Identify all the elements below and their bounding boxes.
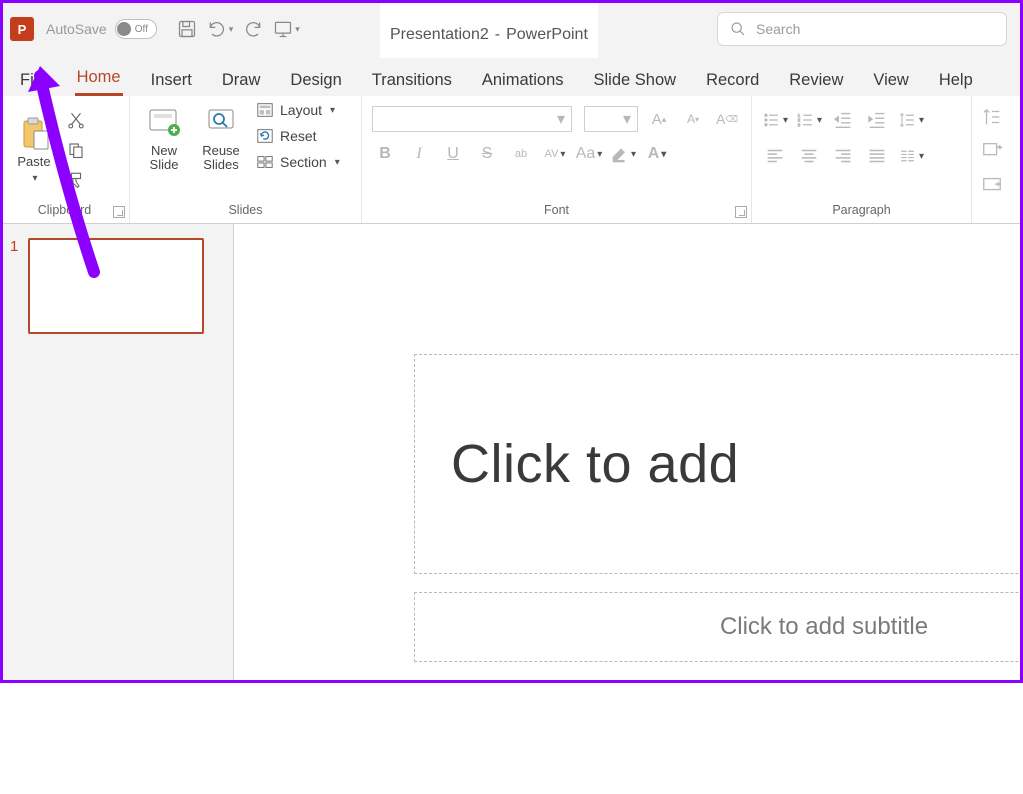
- paste-button[interactable]: Paste▾: [6, 111, 62, 188]
- autosave-control[interactable]: AutoSave Off: [46, 19, 157, 39]
- line-spacing-button[interactable]: ▾: [898, 108, 924, 132]
- text-direction-button[interactable]: [981, 106, 1003, 128]
- justify-button[interactable]: [864, 144, 890, 168]
- search-input[interactable]: Search: [717, 12, 1007, 46]
- clear-formatting-button[interactable]: A⌫: [714, 107, 740, 131]
- tab-slideshow[interactable]: Slide Show: [592, 65, 679, 96]
- tab-draw[interactable]: Draw: [220, 65, 263, 96]
- align-left-button[interactable]: [762, 144, 788, 168]
- autosave-label: AutoSave: [46, 21, 107, 37]
- cut-button[interactable]: [64, 108, 88, 132]
- slide-canvas[interactable]: Click to add Click to add subtitle: [234, 224, 1023, 683]
- app-name: PowerPoint: [506, 26, 588, 44]
- autosave-toggle[interactable]: Off: [115, 19, 157, 39]
- title-placeholder[interactable]: Click to add: [414, 354, 1023, 574]
- search-placeholder: Search: [756, 21, 800, 37]
- font-family-select[interactable]: ▾: [372, 106, 572, 132]
- workspace: 1 Click to add Click to add subtitle: [0, 224, 1023, 683]
- undo-button[interactable]: ▾: [207, 19, 234, 39]
- slide-thumbnails-panel[interactable]: 1: [0, 224, 234, 683]
- decrease-font-button[interactable]: A▾: [680, 107, 706, 131]
- numbering-button[interactable]: 123▾: [796, 108, 822, 132]
- text-shadow-button[interactable]: ab: [508, 142, 534, 166]
- align-center-button[interactable]: [796, 144, 822, 168]
- highlight-button[interactable]: ▾: [610, 142, 636, 166]
- slide-thumbnail-1[interactable]: [28, 238, 204, 334]
- copy-button[interactable]: [64, 138, 88, 162]
- bullets-button[interactable]: ▾: [762, 108, 788, 132]
- title-bar: P AutoSave Off ▾ ▾ Presentation2 - Power…: [0, 0, 1023, 58]
- clipboard-dialog-launcher[interactable]: [113, 206, 125, 218]
- tab-animations[interactable]: Animations: [480, 65, 566, 96]
- quick-access-toolbar: ▾ ▾: [177, 19, 300, 39]
- tab-transitions[interactable]: Transitions: [370, 65, 454, 96]
- save-button[interactable]: [177, 19, 197, 39]
- app-icon: P: [10, 17, 34, 41]
- underline-button[interactable]: U: [440, 142, 466, 166]
- font-size-select[interactable]: ▾: [584, 106, 638, 132]
- group-label-slides: Slides: [228, 203, 262, 217]
- font-color-button[interactable]: A▾: [644, 142, 670, 166]
- thumb-number: 1: [10, 238, 18, 334]
- char-spacing-button[interactable]: AV▾: [542, 142, 568, 166]
- slideshow-button[interactable]: ▾: [273, 19, 300, 39]
- decrease-indent-button[interactable]: [830, 108, 856, 132]
- increase-font-button[interactable]: A▴: [646, 107, 672, 131]
- font-dialog-launcher[interactable]: [735, 206, 747, 218]
- svg-text:3: 3: [798, 122, 801, 128]
- tab-help[interactable]: Help: [937, 65, 975, 96]
- reset-button[interactable]: Reset: [254, 126, 342, 146]
- tab-insert[interactable]: Insert: [149, 65, 194, 96]
- ribbon: Paste▾ Clipboard New Slide Reuse Slides: [0, 96, 1023, 224]
- document-title: Presentation2 - PowerPoint: [380, 0, 598, 58]
- group-label-paragraph: Paragraph: [832, 203, 890, 217]
- ribbon-tabs: File Home Insert Draw Design Transitions…: [0, 58, 1023, 96]
- group-label-font: Font: [544, 203, 569, 217]
- reuse-slides-button[interactable]: Reuse Slides: [196, 100, 246, 177]
- subtitle-placeholder[interactable]: Click to add subtitle: [414, 592, 1023, 662]
- tab-view[interactable]: View: [871, 65, 910, 96]
- format-painter-button[interactable]: [64, 168, 88, 192]
- autosave-state: Off: [135, 24, 148, 35]
- smartart-button[interactable]: [981, 174, 1003, 196]
- tab-review[interactable]: Review: [787, 65, 845, 96]
- increase-indent-button[interactable]: [864, 108, 890, 132]
- bold-button[interactable]: B: [372, 142, 398, 166]
- tab-record[interactable]: Record: [704, 65, 761, 96]
- chevron-down-icon: ▾: [295, 24, 300, 35]
- align-right-button[interactable]: [830, 144, 856, 168]
- redo-button[interactable]: [243, 19, 263, 39]
- tab-home[interactable]: Home: [75, 62, 123, 96]
- tab-design[interactable]: Design: [288, 65, 343, 96]
- align-text-button[interactable]: [981, 140, 1003, 162]
- change-case-button[interactable]: Aa▾: [576, 142, 602, 166]
- columns-button[interactable]: ▾: [898, 144, 924, 168]
- tab-file[interactable]: File: [18, 65, 49, 96]
- search-icon: [730, 21, 746, 37]
- layout-button[interactable]: Layout▾: [254, 100, 342, 120]
- chevron-down-icon: ▾: [229, 24, 234, 35]
- doc-name: Presentation2: [390, 26, 489, 44]
- group-label-clipboard: Clipboard: [38, 203, 92, 217]
- italic-button[interactable]: I: [406, 142, 432, 166]
- section-button[interactable]: Section▾: [254, 152, 342, 172]
- strike-button[interactable]: S: [474, 142, 500, 166]
- new-slide-button[interactable]: New Slide: [136, 100, 192, 177]
